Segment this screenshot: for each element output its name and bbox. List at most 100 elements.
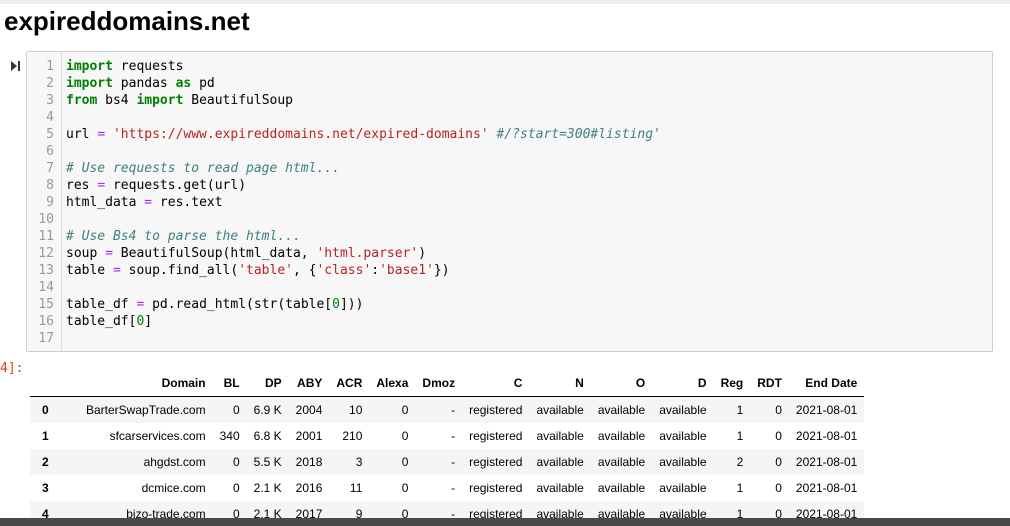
table-cell: 2018 (295, 455, 323, 469)
code-token: import (136, 93, 184, 108)
code-token: = (144, 195, 153, 210)
table-cell: 0 (232, 403, 240, 417)
code-token: = (105, 246, 113, 261)
code-token: table (66, 263, 113, 278)
column-header: BL (212, 370, 247, 397)
row-index: 3 (42, 481, 49, 495)
code-token: 'base1' (379, 263, 434, 278)
table-row: 2 ahgdst.com 0 5.5 K 2018 3 0 - registered availa… (30, 449, 865, 475)
dataframe-output: Domain BL DP ABY ACR Alexa Dmoz C N O D Reg RDT End D… (30, 370, 890, 526)
column-header: ABY (288, 370, 330, 397)
table-cell: available (597, 481, 646, 495)
table-cell: 0 (401, 429, 409, 443)
line-number: 16 (38, 314, 54, 329)
code-token: as (175, 76, 192, 91)
table-cell: available (536, 429, 584, 443)
run-cell-icon[interactable] (11, 61, 21, 71)
table-row: 1 sfcarservices.com 340 6.8 K 2001 210 0 - regis… (30, 423, 864, 449)
horizontal-scrollbar[interactable] (0, 518, 1010, 526)
column-header: D (652, 370, 714, 397)
table-cell: available (597, 455, 646, 469)
line-number: 14 (38, 280, 54, 295)
code-line: from bs4 import BeautifulSoup (66, 92, 293, 109)
code-token: import (66, 76, 113, 91)
code-token: : (371, 263, 380, 278)
line-number: 3 (46, 93, 54, 108)
table-cell: available (536, 455, 584, 469)
column-header: N (529, 370, 591, 397)
code-token: = (97, 178, 106, 193)
table-cell: 0 (775, 455, 782, 469)
column-header: Reg (713, 370, 751, 397)
code-line: # Use Bs4 to parse the html... (66, 228, 301, 245)
code-token: 'https://www.expireddomains.net/expired-… (112, 127, 489, 142)
column-header: DP (246, 370, 289, 397)
table-cell: 6.8 K (253, 429, 282, 443)
row-index: 1 (42, 429, 49, 443)
table-cell: available (659, 481, 707, 495)
table-cell: registered (469, 455, 523, 469)
code-token: res.text (152, 195, 223, 210)
table-cell: available (659, 403, 707, 417)
table-cell: 0 (775, 429, 782, 443)
table-cell: 5.5 K (253, 455, 282, 469)
code-token: pandas (112, 76, 176, 91)
table-cell: 3 (355, 455, 363, 469)
table-cell: 0 (401, 403, 409, 417)
code-token: = (97, 127, 106, 142)
table-cell: 2 (736, 455, 744, 469)
table-cell: - (451, 481, 456, 495)
code-token: html_data (66, 195, 145, 210)
column-header: Domain (79, 370, 213, 397)
code-token: import (66, 59, 113, 74)
table-cell: 340 (219, 429, 240, 443)
row-index: 2 (42, 455, 49, 469)
code-token: bs4 (97, 93, 137, 108)
code-token: 'html.parser' (316, 246, 419, 261)
table-cell: ahgdst.com (143, 455, 206, 469)
table-cell: - (451, 403, 456, 417)
line-number: 13 (38, 263, 54, 278)
table-cell: 1 (736, 403, 744, 417)
table-cell: 0 (232, 455, 240, 469)
table-cell: 6.9 K (253, 403, 282, 417)
code-token: ] (144, 314, 153, 329)
code-line: table_df = pd.read_html(str(table[0])) (66, 296, 363, 313)
column-header: O (590, 370, 653, 397)
column-header: RDT (750, 370, 789, 397)
code-token: from (66, 93, 98, 108)
table-cell: 2.1 K (253, 481, 282, 495)
line-number: 15 (38, 297, 54, 312)
code-token: ) (418, 246, 427, 261)
table-cell: registered (469, 481, 523, 495)
line-number: 6 (46, 144, 54, 159)
table-cell: BarterSwapTrade.com (86, 403, 206, 417)
code-token: 0 (332, 297, 340, 312)
code-token: #/?start=300#listing' (496, 127, 661, 142)
line-number: 12 (38, 246, 54, 261)
table-cell: 11 (349, 481, 363, 495)
code-token: res (66, 178, 98, 193)
column-header: Alexa (369, 370, 416, 397)
table-cell: available (536, 403, 584, 417)
column-header: End Date (788, 370, 865, 397)
table-cell: 10 (349, 403, 363, 417)
code-token: BeautifulSoup (183, 93, 293, 108)
table-cell: 1 (736, 481, 744, 495)
code-token: 'class' (316, 263, 372, 278)
column-header: Dmoz (415, 370, 463, 397)
table-cell: 2021-08-01 (795, 455, 858, 469)
table-cell: 2016 (295, 481, 323, 495)
table-row: 0 BarterSwapTrade.com 0 6.9 K 2004 10 0- regist… (30, 396, 865, 423)
dataframe-table: Domain BL DP ABY ACR Alexa Dmoz C N O D Reg RDT End D… (30, 370, 865, 526)
table-row: 3 dcmice.com 0 2.1 K 2016 11 0 - registered avail… (30, 475, 864, 501)
line-number: 7 (46, 161, 54, 176)
line-number: 9 (46, 195, 54, 210)
line-number: 4 (46, 110, 54, 125)
table-cell: available (597, 429, 646, 443)
code-token: soup.find_all( (120, 263, 239, 278)
code-cell[interactable]: 1 2 3 4 5 6 7 8 9 10 11 12 13 14 15 16 17 import request… (26, 51, 993, 352)
code-token: table_df[ (66, 314, 137, 329)
line-number: 11 (38, 229, 54, 244)
table-cell: available (659, 455, 707, 469)
